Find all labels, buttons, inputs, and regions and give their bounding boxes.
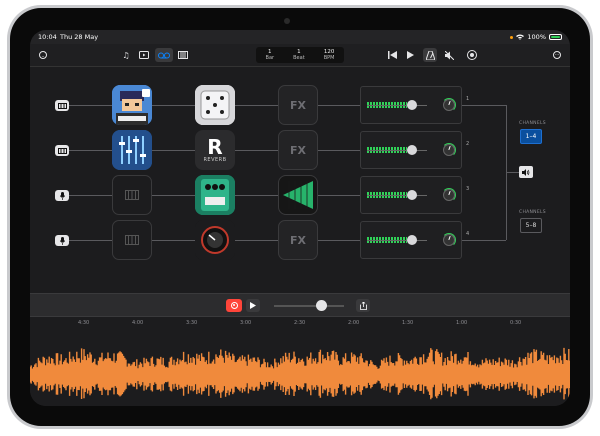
waveform-path [30,347,570,400]
loop-icon[interactable] [155,48,173,62]
status-time: 10:04 [38,33,57,41]
play-icon[interactable] [403,48,417,62]
lane-4-fx-slot[interactable]: FX [278,220,318,260]
channel-number-1: 1 [466,96,470,102]
bpm-display: 120 BPM [324,47,335,61]
pan-knob[interactable] [443,99,455,111]
chevron-circle-icon[interactable]: ⌄ [36,48,50,62]
volume-fader[interactable] [407,100,417,110]
status-date: Thu 28 May [60,33,99,41]
bus-out [506,172,520,173]
play-button[interactable] [246,299,260,312]
battery-percent: 100% [527,33,546,41]
pan-knob[interactable] [443,234,455,246]
lane-4-input-microphone-icon[interactable] [55,235,69,246]
waveform-graphic [30,347,570,400]
skip-back-icon[interactable] [385,48,399,62]
pan-knob[interactable] [443,144,455,156]
channel-strip-4[interactable] [360,221,462,259]
timeline-ruler[interactable]: 4:30 4:00 3:30 3:00 2:30 2:00 1:30 1:00 0:30 [30,317,570,329]
status-bar: 10:04 Thu 28 May 100% [30,30,570,44]
beat-label: Beat [293,55,305,61]
video-icon[interactable] [137,48,151,62]
lane-2-fx-slot[interactable]: FX [278,130,318,170]
pedal-app[interactable] [195,175,235,215]
toolbar: ⌄ ♫ 1 Bar 1 Beat 120 BPM ··· [30,44,570,67]
bar-display: 1 Bar [266,47,275,61]
pixel-app[interactable] [112,85,152,125]
channel-number-4: 4 [466,231,470,237]
channels-label-bottom: CHANNELS [519,210,546,215]
front-camera [284,18,290,24]
timeline-tick: 2:00 [348,320,360,326]
mute-icon[interactable] [442,48,456,62]
fader-track [367,105,427,106]
fader-track [367,195,427,196]
bpm-label: BPM [323,55,335,61]
status-right: 100% [510,33,562,41]
filter-app[interactable] [278,175,318,215]
channel-strip-2[interactable] [360,131,462,169]
share-icon [359,301,367,310]
keyboard-icon[interactable] [176,48,190,62]
lane-2-input-keyboard-icon[interactable] [55,145,69,156]
channel-number-3: 3 [466,186,470,192]
fader-track [367,240,427,241]
bus-top [462,105,506,106]
record-icon [230,302,238,309]
lane-3-input-microphone-icon[interactable] [55,190,69,201]
channel-number-2: 2 [466,141,470,147]
timeline-tick: 2:30 [294,320,306,326]
wifi-icon [516,34,525,40]
music-notes-icon[interactable]: ♫ [119,48,133,62]
channel-strip-1[interactable] [360,86,462,124]
knob-app[interactable] [195,220,235,260]
pan-knob[interactable] [443,189,455,201]
faders-app[interactable] [112,130,152,170]
volume-fader[interactable] [407,145,417,155]
timeline-tick: 1:00 [456,320,468,326]
record-icon[interactable] [465,48,479,62]
speaker-icon[interactable] [519,166,533,178]
fader-track [367,150,427,151]
channels-1-4-button[interactable]: 1–4 [520,129,542,144]
timeline-tick: 0:30 [510,320,522,326]
privacy-dot-icon [510,35,514,39]
metronome-icon[interactable] [423,48,437,62]
bus-bottom [462,240,506,241]
timeline-tick: 4:30 [78,320,90,326]
volume-fader[interactable] [407,190,417,200]
app-screen: 10:04 Thu 28 May 100% ⌄ ♫ 1 Bar 1 Beat 120… [30,30,570,406]
timeline-tick: 1:30 [402,320,414,326]
playback-volume-slider[interactable] [316,300,327,311]
lane-1-fx-slot[interactable]: FX [278,85,318,125]
recorder-bar [30,293,570,317]
bar-label: Bar [265,55,275,61]
reverb-app[interactable]: R REVERB [195,130,235,170]
recording-waveform[interactable] [30,329,570,406]
battery-icon [549,34,562,40]
channel-strip-3[interactable] [360,176,462,214]
share-button[interactable] [356,299,370,312]
reverb-app-word: REVERB [203,157,227,163]
lane-3-empty-instrument-slot[interactable] [112,175,152,215]
routing-grid: R REVERB FX FX FX 1 2 3 4 CHANNELS 1–4 C… [30,67,570,293]
timeline-tick: 3:00 [240,320,252,326]
ellipsis-circle-icon[interactable]: ··· [550,48,564,62]
play-icon [250,302,256,309]
channels-5-8-button[interactable]: 5–8 [520,218,542,233]
reverb-app-letter: R [207,135,223,159]
volume-fader[interactable] [407,235,417,245]
lane-4-empty-instrument-slot[interactable] [112,220,152,260]
position-counter[interactable]: 1 Bar 1 Beat 120 BPM [256,47,344,63]
beat-display: 1 Beat [293,47,305,61]
channels-label-top: CHANNELS [519,121,546,126]
dice-app[interactable] [195,85,235,125]
timeline-tick: 4:00 [132,320,144,326]
playback-volume-track [274,305,344,307]
timeline-tick: 3:30 [186,320,198,326]
record-button[interactable] [226,299,242,312]
lane-1-input-keyboard-icon[interactable] [55,100,69,111]
